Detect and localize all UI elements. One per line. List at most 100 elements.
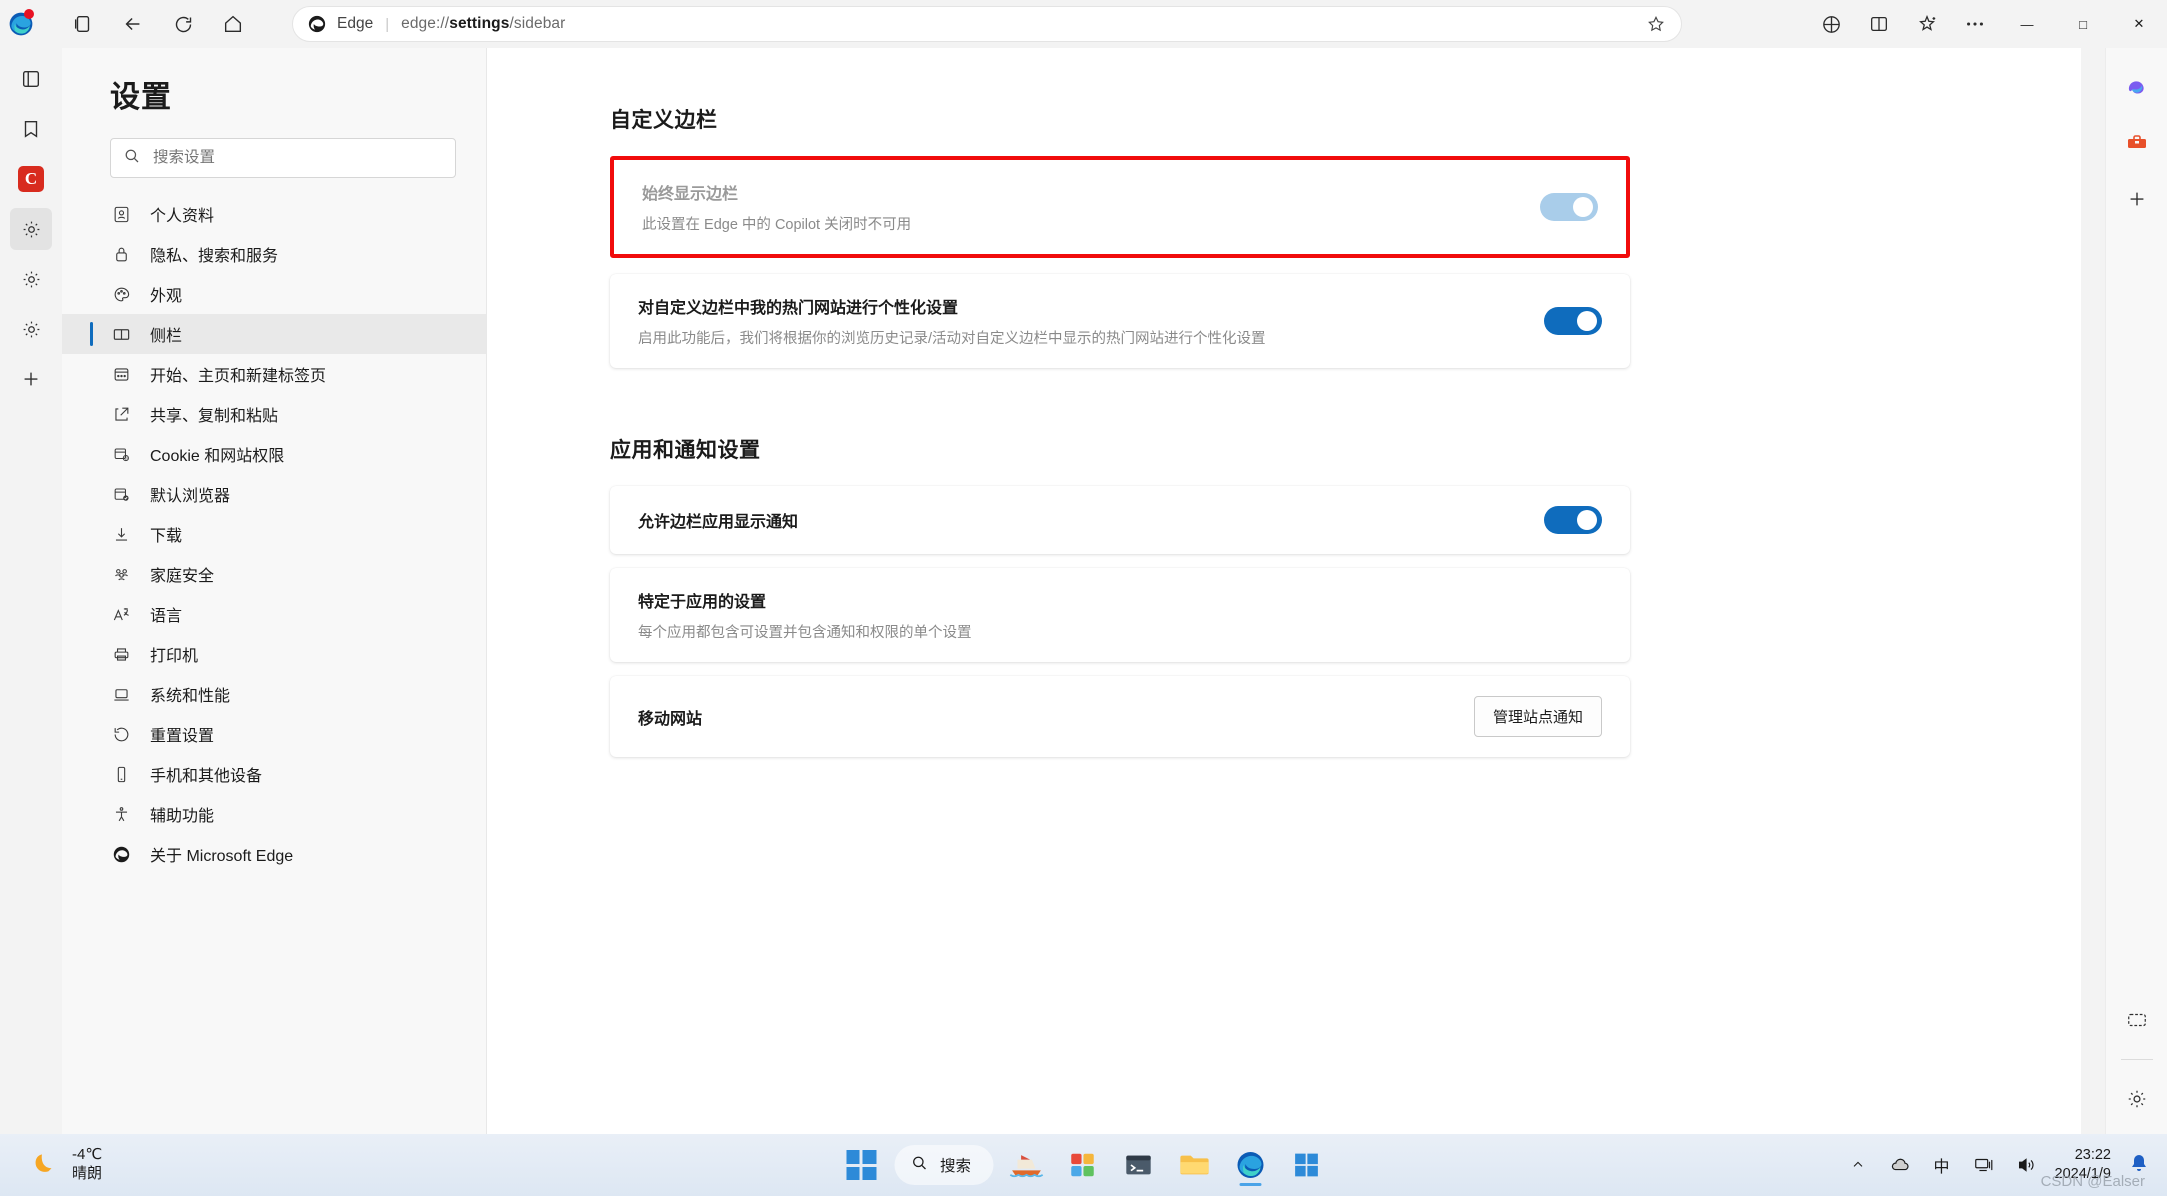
sidebar-item-privacy[interactable]: 隐私、搜索和服务 xyxy=(62,234,486,274)
setting-subtitle: 每个应用都包含可设置并包含通知和权限的单个设置 xyxy=(638,625,972,641)
content-scrollbar[interactable] xyxy=(2075,48,2081,1134)
rail-item-bookmark[interactable] xyxy=(10,108,52,150)
address-separator: | xyxy=(385,15,390,33)
weather-text: -4℃ 晴朗 xyxy=(72,1146,102,1184)
always-show-sidebar-toggle[interactable] xyxy=(1540,193,1598,221)
rail-item-settings-2[interactable] xyxy=(10,258,52,300)
taskbar-search[interactable]: 搜索 xyxy=(893,1145,994,1185)
search-box[interactable] xyxy=(110,138,456,178)
address-site-label: Edge xyxy=(337,15,374,32)
screenshot-icon[interactable] xyxy=(2116,999,2158,1041)
copilot-icon[interactable] xyxy=(2116,66,2158,108)
close-button[interactable]: ✕ xyxy=(2111,0,2167,48)
toggle-knob xyxy=(1573,197,1593,217)
search-wrapper xyxy=(62,138,486,178)
sidebar-item-accessibility[interactable]: 辅助功能 xyxy=(62,794,486,834)
sidebar-item-about-edge[interactable]: 关于 Microsoft Edge xyxy=(62,834,486,874)
weather-widget[interactable]: -4℃ 晴朗 xyxy=(26,1146,102,1184)
start-button[interactable] xyxy=(838,1142,884,1188)
download-icon xyxy=(110,523,132,545)
windows-logo-icon xyxy=(845,1150,876,1180)
manage-site-notifications-button[interactable]: 管理站点通知 xyxy=(1473,696,1602,737)
setting-row-app-specific[interactable]: 特定于应用的设置 每个应用都包含可设置并包含通知和权限的单个设置 xyxy=(610,568,1630,662)
taskbar-app-file-explorer[interactable] xyxy=(1171,1142,1217,1188)
more-icon[interactable] xyxy=(1953,3,1997,45)
taskbar-app-microsoft-store[interactable] xyxy=(1283,1142,1329,1188)
tray-expand-icon[interactable] xyxy=(1845,1152,1871,1178)
taskbar-app-terminal[interactable] xyxy=(1115,1142,1161,1188)
favorite-star-icon[interactable] xyxy=(1643,11,1669,37)
rail-item-add[interactable] xyxy=(10,358,52,400)
cloud-icon[interactable] xyxy=(1887,1152,1913,1178)
setting-text: 移动网站 xyxy=(638,705,702,729)
sidebar-item-sidebar[interactable]: 侧栏 xyxy=(62,314,486,354)
shopping-icon[interactable] xyxy=(2116,122,2158,164)
sidebar-item-cookies[interactable]: Cookie 和网站权限 xyxy=(62,434,486,474)
setting-text: 特定于应用的设置 每个应用都包含可设置并包含通知和权限的单个设置 xyxy=(638,588,972,642)
taskbar-app-store-colorful[interactable] xyxy=(1059,1142,1105,1188)
address-edge-icon xyxy=(305,12,329,36)
setting-row-allow-notifications[interactable]: 允许边栏应用显示通知 xyxy=(610,486,1630,554)
clock-time: 23:22 xyxy=(2074,1147,2111,1164)
home-icon[interactable] xyxy=(212,3,254,45)
maximize-button[interactable]: □ xyxy=(2055,0,2111,48)
highlighted-setting-region: 始终显示边栏 此设置在 Edge 中的 Copilot 关闭时不可用 xyxy=(610,156,1630,258)
windows-taskbar: -4℃ 晴朗 搜索 中 23:22 2024/1/9 CSDN @Ealser xyxy=(0,1134,2167,1196)
sidebar-item-label: 辅助功能 xyxy=(150,808,215,825)
sidebar-item-reset[interactable]: 重置设置 xyxy=(62,714,486,754)
sidebar-item-family[interactable]: 家庭安全 xyxy=(62,554,486,594)
network-icon[interactable] xyxy=(1971,1152,1997,1178)
sidebar-item-label: 隐私、搜索和服务 xyxy=(150,248,279,265)
sidebar-item-default-browser[interactable]: 默认浏览器 xyxy=(62,474,486,514)
sidebar-item-system[interactable]: 系统和性能 xyxy=(62,674,486,714)
sidebar-item-phone[interactable]: 手机和其他设备 xyxy=(62,754,486,794)
rail-item-csdn[interactable]: C xyxy=(10,158,52,200)
sidebar-item-label: 手机和其他设备 xyxy=(150,768,263,785)
back-icon[interactable] xyxy=(112,3,154,45)
setting-row-mobile-sites[interactable]: 移动网站 管理站点通知 xyxy=(610,676,1630,757)
sidebar-item-label: 关于 Microsoft Edge xyxy=(150,848,294,865)
sidebar-item-profile[interactable]: 个人资料 xyxy=(62,194,486,234)
extensions-icon[interactable] xyxy=(1809,3,1853,45)
page-title: 设置 xyxy=(110,81,172,114)
rail-item-panel[interactable] xyxy=(10,58,52,100)
sidebar-item-downloads[interactable]: 下载 xyxy=(62,514,486,554)
cookie-permissions-icon xyxy=(110,443,132,465)
edge-logo-icon[interactable] xyxy=(0,3,42,45)
refresh-icon[interactable] xyxy=(162,3,204,45)
setting-text: 对自定义边栏中我的热门网站进行个性化设置 启用此功能后，我们将根据你的浏览历史记… xyxy=(638,294,1266,348)
sidebar-item-label: 开始、主页和新建标签页 xyxy=(150,368,327,385)
setting-row-always-show-sidebar[interactable]: 始终显示边栏 此设置在 Edge 中的 Copilot 关闭时不可用 xyxy=(614,160,1626,254)
tab-collection-icon[interactable] xyxy=(62,3,104,45)
address-bar[interactable]: Edge | edge://settings/sidebar xyxy=(292,6,1682,42)
taskbar-app-edge[interactable] xyxy=(1227,1142,1273,1188)
setting-title: 移动网站 xyxy=(638,710,703,728)
sidebar-settings-icon[interactable] xyxy=(2116,1078,2158,1120)
settings-nav-list: 个人资料 隐私、搜索和服务 外观 侧栏 开始、主页和新建标签页 共享、复制和粘贴… xyxy=(62,194,486,874)
settings-content: 自定义边栏 始终显示边栏 此设置在 Edge 中的 Copilot 关闭时不可用 xyxy=(487,48,2081,1134)
left-app-rail: C xyxy=(0,48,62,1134)
sidebar-item-printers[interactable]: 打印机 xyxy=(62,634,486,674)
volume-icon[interactable] xyxy=(2013,1152,2039,1178)
allow-notifications-toggle[interactable] xyxy=(1544,506,1602,534)
sidebar-item-languages[interactable]: 语言 xyxy=(62,594,486,634)
sidebar-item-appearance[interactable]: 外观 xyxy=(62,274,486,314)
sidebar-item-startup[interactable]: 开始、主页和新建标签页 xyxy=(62,354,486,394)
ime-indicator[interactable]: 中 xyxy=(1929,1152,1955,1178)
rail-item-settings-active[interactable] xyxy=(10,208,52,250)
moon-icon xyxy=(26,1148,60,1182)
minimize-button[interactable]: — xyxy=(1999,0,2055,48)
setting-row-personalize-top-sites[interactable]: 对自定义边栏中我的热门网站进行个性化设置 启用此功能后，我们将根据你的浏览历史记… xyxy=(610,274,1630,368)
search-input[interactable] xyxy=(153,149,443,167)
sidebar-item-label: 默认浏览器 xyxy=(150,488,231,505)
split-screen-icon[interactable] xyxy=(1857,3,1901,45)
rail-item-settings-3[interactable] xyxy=(10,308,52,350)
taskbar-app-boat[interactable] xyxy=(1003,1142,1049,1188)
language-icon xyxy=(110,603,132,625)
personalize-top-sites-toggle[interactable] xyxy=(1544,307,1602,335)
accessibility-icon xyxy=(110,803,132,825)
add-sidebar-app-icon[interactable] xyxy=(2116,178,2158,220)
setting-text: 始终显示边栏 此设置在 Edge 中的 Copilot 关闭时不可用 xyxy=(642,180,911,234)
sidebar-item-share[interactable]: 共享、复制和粘贴 xyxy=(62,394,486,434)
collections-icon[interactable] xyxy=(1905,3,1949,45)
